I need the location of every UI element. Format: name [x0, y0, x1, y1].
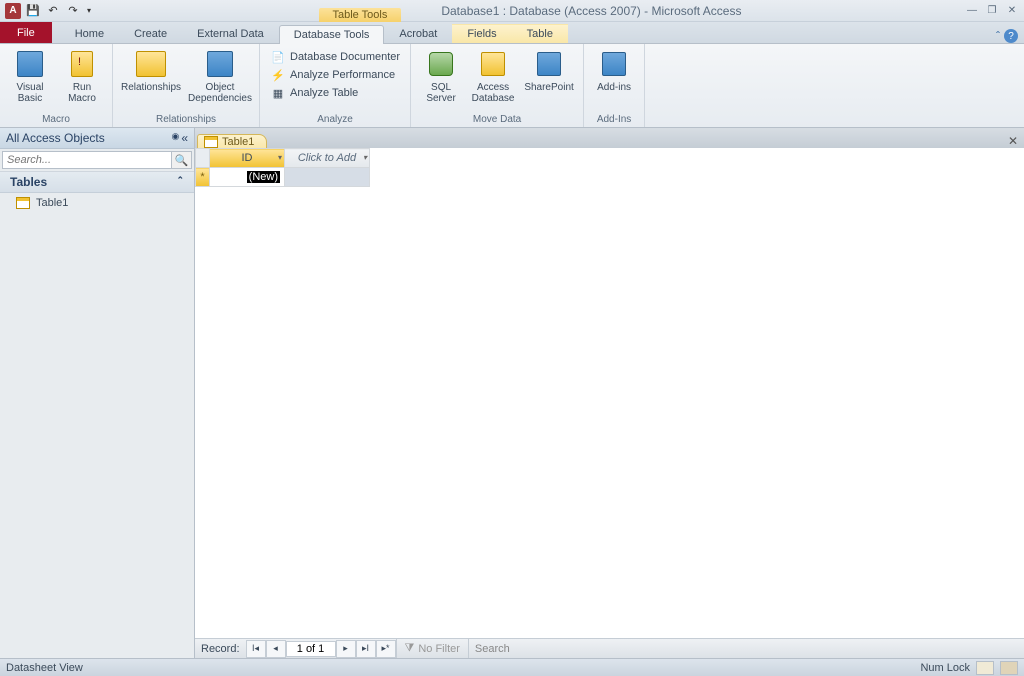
row-selector-new[interactable]: *	[196, 168, 210, 187]
group-addins: Add-ins Add-Ins	[584, 44, 645, 127]
documenter-icon: 📄	[270, 49, 286, 65]
column-dropdown-icon[interactable]: ▾	[363, 153, 367, 162]
record-navigator: Record: I◂ ◂ ▸ ▸I ▸* ⧩No Filter Search	[195, 638, 1024, 658]
document-area: Table1 ✕ ID▾ Click to Add▾ * (New) Recor…	[195, 128, 1024, 658]
restore-icon[interactable]: ❐	[982, 3, 1002, 19]
tab-file[interactable]: File	[0, 22, 52, 43]
relationships-button[interactable]: Relationships	[119, 46, 183, 93]
minimize-icon[interactable]: —	[962, 3, 982, 19]
contextual-tab-label: Table Tools	[319, 8, 402, 22]
close-icon[interactable]: ✕	[1002, 3, 1022, 19]
undo-icon[interactable]: ↶	[44, 2, 62, 20]
minimize-ribbon-icon[interactable]: ˆ	[996, 29, 1000, 43]
group-addins-label: Add-Ins	[584, 113, 644, 127]
ribbon: Visual Basic ! Run Macro Macro Relations…	[0, 44, 1024, 128]
analyze-table-button[interactable]: ▦Analyze Table	[266, 84, 404, 102]
new-record-button[interactable]: ▸*	[376, 640, 396, 658]
filter-icon: ⧩	[405, 642, 415, 655]
nav-section-tables[interactable]: Tables ⌃	[0, 172, 194, 193]
tab-create[interactable]: Create	[119, 24, 182, 43]
nav-search-input[interactable]	[2, 151, 172, 169]
tab-database-tools[interactable]: Database Tools	[279, 25, 385, 44]
qat-dropdown-icon[interactable]: ▾	[84, 2, 94, 20]
group-macro-label: Macro	[0, 113, 112, 127]
group-relationships: Relationships Object Dependencies Relati…	[113, 44, 260, 127]
select-all-corner[interactable]	[196, 149, 210, 168]
section-collapse-icon[interactable]: ⌃	[176, 175, 184, 189]
navigation-pane: All Access Objects ◉« 🔍 Tables ⌃ Table1	[0, 128, 195, 658]
table-icon	[204, 136, 218, 148]
datasheet[interactable]: ID▾ Click to Add▾ * (New)	[195, 148, 1024, 638]
first-record-button[interactable]: I◂	[246, 640, 266, 658]
database-documenter-button[interactable]: 📄Database Documenter	[266, 48, 404, 66]
tab-acrobat[interactable]: Acrobat	[384, 24, 452, 43]
save-icon[interactable]: 💾	[24, 2, 42, 20]
search-icon[interactable]: 🔍	[172, 151, 192, 169]
next-record-button[interactable]: ▸	[336, 640, 356, 658]
record-position-input[interactable]	[286, 641, 336, 657]
object-dependencies-button[interactable]: Object Dependencies	[187, 46, 253, 104]
status-numlock: Num Lock	[920, 662, 970, 674]
group-analyze: 📄Database Documenter ⚡Analyze Performanc…	[260, 44, 411, 127]
cell-id-new[interactable]: (New)	[210, 168, 285, 187]
redo-icon[interactable]: ↷	[64, 2, 82, 20]
column-header-add[interactable]: Click to Add▾	[285, 149, 370, 168]
record-search-input[interactable]: Search	[469, 643, 589, 655]
no-filter-indicator[interactable]: ⧩No Filter	[396, 639, 469, 658]
analyze-performance-button[interactable]: ⚡Analyze Performance	[266, 66, 404, 84]
nav-filter-icon[interactable]: ◉	[171, 131, 179, 145]
group-analyze-label: Analyze	[260, 113, 410, 127]
group-relationships-label: Relationships	[113, 113, 259, 127]
datasheet-view-button[interactable]	[976, 661, 994, 675]
nav-item-table1[interactable]: Table1	[0, 193, 194, 213]
document-tabs: Table1 ✕	[195, 128, 1024, 148]
visual-basic-button[interactable]: Visual Basic	[6, 46, 54, 104]
nav-collapse-icon[interactable]: «	[181, 131, 188, 145]
analyze-table-icon: ▦	[270, 85, 286, 101]
help-icon[interactable]: ?	[1004, 29, 1018, 43]
window-controls: — ❐ ✕	[962, 3, 1024, 19]
access-database-button[interactable]: Access Database	[469, 46, 517, 104]
record-label: Record:	[195, 643, 246, 655]
tab-fields[interactable]: Fields	[452, 24, 511, 43]
group-move-data: SQL Server Access Database SharePoint Mo…	[411, 44, 584, 127]
cell-add-new[interactable]	[285, 168, 370, 187]
prev-record-button[interactable]: ◂	[266, 640, 286, 658]
nav-header[interactable]: All Access Objects ◉«	[0, 128, 194, 149]
status-view-label: Datasheet View	[6, 662, 83, 674]
sharepoint-button[interactable]: SharePoint	[521, 46, 577, 93]
group-move-data-label: Move Data	[411, 113, 583, 127]
main-area: All Access Objects ◉« 🔍 Tables ⌃ Table1 …	[0, 128, 1024, 658]
app-icon[interactable]: A	[4, 2, 22, 20]
group-macro: Visual Basic ! Run Macro Macro	[0, 44, 113, 127]
column-header-id[interactable]: ID▾	[210, 149, 285, 168]
tab-home[interactable]: Home	[60, 24, 119, 43]
ribbon-tabs: File Home Create External Data Database …	[0, 22, 1024, 44]
tab-table[interactable]: Table	[512, 24, 568, 43]
column-dropdown-icon[interactable]: ▾	[278, 153, 282, 162]
title-bar: A 💾 ↶ ↷ ▾ Table Tools Database1 : Databa…	[0, 0, 1024, 22]
quick-access-toolbar: A 💾 ↶ ↷ ▾	[0, 2, 98, 20]
last-record-button[interactable]: ▸I	[356, 640, 376, 658]
performance-icon: ⚡	[270, 67, 286, 83]
design-view-button[interactable]	[1000, 661, 1018, 675]
run-macro-button[interactable]: ! Run Macro	[58, 46, 106, 104]
nav-header-title: All Access Objects	[6, 131, 105, 145]
close-document-icon[interactable]: ✕	[1002, 134, 1024, 148]
table-icon	[16, 197, 30, 209]
window-title: Database1 : Database (Access 2007) - Mic…	[441, 4, 741, 18]
document-tab-table1[interactable]: Table1	[197, 134, 267, 149]
tab-external-data[interactable]: External Data	[182, 24, 279, 43]
status-bar: Datasheet View Num Lock	[0, 658, 1024, 676]
sql-server-button[interactable]: SQL Server	[417, 46, 465, 104]
addins-button[interactable]: Add-ins	[590, 46, 638, 93]
